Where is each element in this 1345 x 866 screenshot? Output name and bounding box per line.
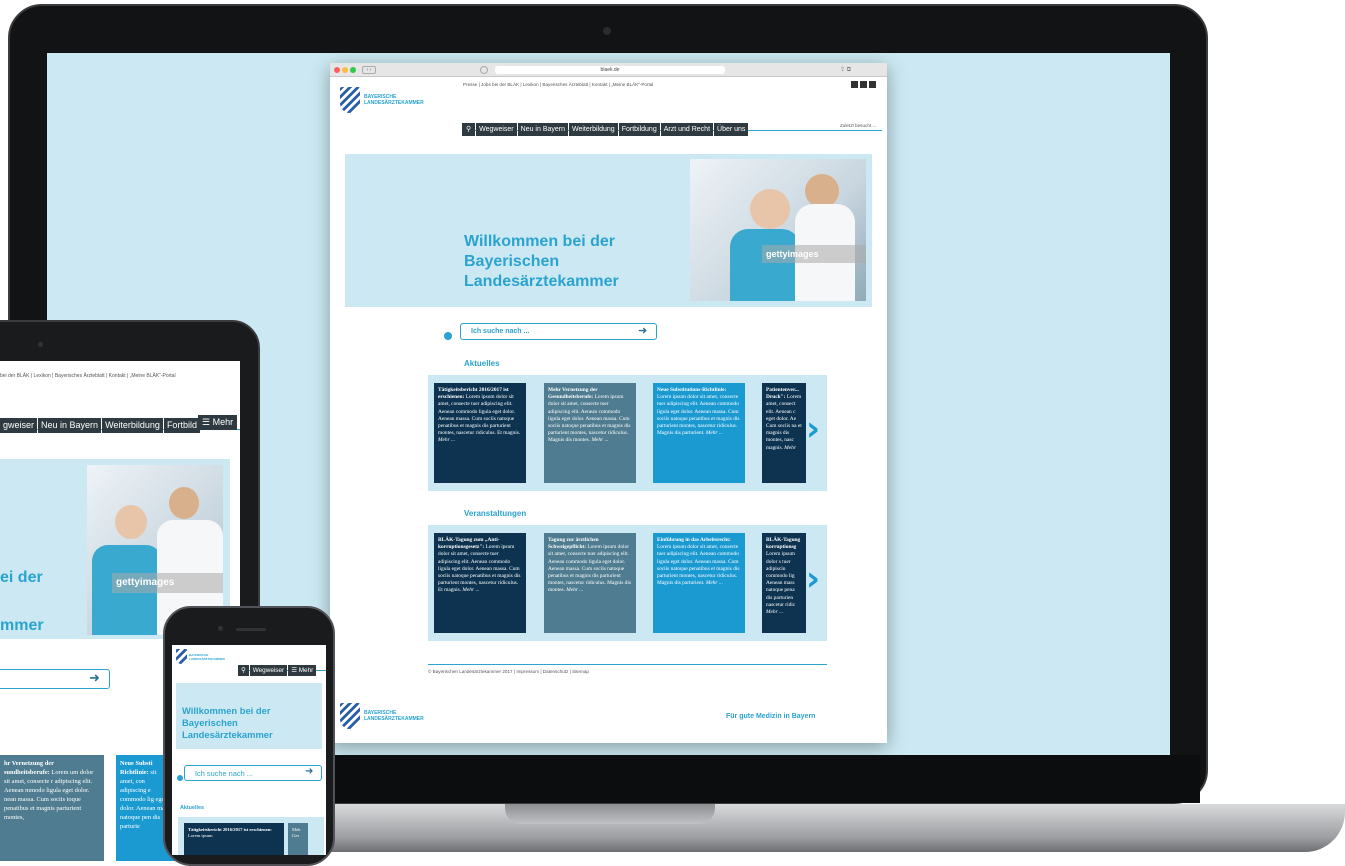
event-card[interactable]: BLÄK-Tagung korruptionsg Lorem ipsum dol…	[762, 533, 806, 633]
scrubs	[730, 229, 800, 301]
news-card[interactable]: Neue Substitutions-Richtlinie: Lorem ips…	[653, 383, 745, 483]
section-events-title: Veranstaltungen	[464, 509, 527, 518]
hero-photo: gettyimages	[690, 159, 866, 301]
arrow-right-icon[interactable]: ➜	[305, 766, 313, 777]
carousel-next-icon[interactable]: ›	[806, 409, 820, 449]
footer-logo[interactable]: BAYERISCHE LANDESÄRZTEKAMMER	[340, 703, 424, 729]
doctor-face	[115, 505, 147, 539]
news-carousel: Tätigkeitsbericht 2016/2017 ist erschien…	[428, 375, 827, 491]
phone-logo[interactable]: BAYERISCHE LANDESÄRZTEKAMMER	[176, 649, 225, 664]
hamburger-icon: ☰	[202, 417, 211, 427]
nav-item-3[interactable]: Fortbildung	[618, 123, 660, 136]
doctor-face	[805, 174, 839, 208]
privacy-icon[interactable]	[480, 66, 488, 74]
browser-window: ‹ › blaek.de ⇪ ⧉ BAYERISCHE LANDESÄRZTEK…	[330, 63, 887, 743]
phone-news-card[interactable]: Meh Ges	[288, 823, 308, 855]
logo-line2: LANDESÄRZTEKAMMER	[364, 100, 424, 106]
news-card[interactable]: Mehr Vernetzung der Gesundheitsberufe: L…	[544, 383, 636, 483]
twitter-icon[interactable]	[860, 81, 867, 88]
slogan: Für gute Medizin in Bayern	[726, 713, 816, 720]
arrow-right-icon[interactable]: ➜	[89, 670, 100, 686]
search-icon[interactable]: ⚲	[462, 123, 476, 136]
nav-item-1[interactable]: Neu in Bayern	[517, 123, 568, 136]
phone-screen: BAYERISCHE LANDESÄRZTEKAMMER ⚲ Wegweiser ☰…	[172, 645, 326, 855]
url-field[interactable]: blaek.de	[495, 66, 725, 74]
phone-speaker	[236, 628, 266, 631]
section-news-title: Aktuelles	[464, 359, 500, 368]
search-icon[interactable]: ⚲	[238, 665, 249, 676]
coat-of-arms-icon	[340, 87, 360, 113]
search-input[interactable]: Ich suche nach ... ➜	[460, 323, 657, 340]
browser-toolbar: ‹ › blaek.de ⇪ ⧉	[330, 63, 887, 77]
nav-item-5[interactable]: Über uns	[714, 123, 749, 136]
footer-links[interactable]: © Bayerischen Landesärztekammer 2017 | I…	[428, 669, 589, 674]
tablet-top-links[interactable]: bei der BLÄK | Lexikon | Bayerisches Ärz…	[0, 373, 176, 379]
phone-camera-icon	[218, 626, 223, 631]
arrow-right-icon[interactable]: ➜	[638, 324, 647, 337]
watermark: gettyimages	[112, 573, 223, 593]
phone-search-input[interactable]: Ich suche nach ... ➜	[184, 765, 322, 781]
camera-icon	[603, 27, 611, 35]
share-tabs-icon[interactable]: ⇪ ⧉	[840, 66, 874, 74]
main-nav: ⚲ Wegweiser Neu in Bayern Weiterbildung Fort…	[462, 118, 882, 136]
phone-nav: ⚲ Wegweiser ☰ Mehr	[238, 659, 326, 676]
nav-item-2[interactable]: Weiterbildung	[569, 123, 618, 136]
nav-item-0[interactable]: Wegweiser	[476, 123, 517, 136]
event-card[interactable]: Einführung in das Arbeitsrecht: Lorem ip…	[653, 533, 745, 633]
events-carousel: BLÄK-Tagung zum „Anti-korruptionsgesetz"…	[428, 525, 827, 641]
coat-of-arms-icon	[340, 703, 360, 729]
search-bullet-icon	[444, 332, 452, 340]
phone-news-card[interactable]: Tätigkeitsbericht 2016/2017 ist erschien…	[184, 823, 284, 855]
doctor-face	[750, 189, 790, 229]
carousel-next-icon[interactable]: ›	[806, 559, 820, 599]
news-card[interactable]: Patientenver... Druck": Lorem amet, cons…	[762, 383, 806, 483]
tablet-camera-icon	[38, 342, 43, 347]
minimize-window-icon[interactable]	[342, 67, 348, 73]
laptop-notch	[505, 804, 715, 824]
recently-visited[interactable]: Zuletzt besucht ...	[840, 123, 876, 128]
phone-menu-button[interactable]: ☰ Mehr	[288, 665, 317, 676]
hero-title: Willkommen bei der Bayerischen Landesärz…	[464, 233, 619, 290]
facebook-icon[interactable]	[851, 81, 858, 88]
event-card[interactable]: Tagung zur ärztlichen Schweigepflicht: L…	[544, 533, 636, 633]
maximize-window-icon[interactable]	[350, 67, 356, 73]
tablet-search-input[interactable]: ➜	[0, 669, 110, 689]
close-window-icon[interactable]	[334, 67, 340, 73]
tablet-card[interactable]: hr Vernetzung der sundheitsberufe: Lorem…	[0, 755, 104, 861]
footer-divider	[428, 664, 827, 665]
mail-icon[interactable]	[869, 81, 876, 88]
event-card[interactable]: BLÄK-Tagung zum „Anti-korruptionsgesetz"…	[434, 533, 526, 633]
phone-news-carousel: Tätigkeitsbericht 2016/2017 ist erschien…	[178, 817, 324, 855]
tablet-menu-button[interactable]: ☰ Mehr	[198, 415, 238, 430]
site-logo[interactable]: BAYERISCHE LANDESÄRZTEKAMMER	[340, 87, 424, 113]
coat-of-arms-icon	[176, 649, 187, 664]
back-forward-icon[interactable]: ‹ ›	[362, 66, 376, 74]
doctor-face	[169, 487, 199, 519]
nav-item-4[interactable]: Arzt und Recht	[660, 123, 714, 136]
hero-banner: Willkommen bei der Bayerischen Landesärz…	[345, 154, 872, 307]
top-links[interactable]: Presse | Jobs bei der BLÄK | Lexikon | B…	[463, 82, 653, 87]
watermark: gettyimages	[762, 245, 866, 263]
phone-hero: Willkommen bei der Bayerischen Landesärz…	[176, 683, 322, 749]
social-icons	[851, 81, 876, 88]
news-card[interactable]: Tätigkeitsbericht 2016/2017 ist erschien…	[434, 383, 526, 483]
search-bullet-icon	[177, 775, 183, 781]
